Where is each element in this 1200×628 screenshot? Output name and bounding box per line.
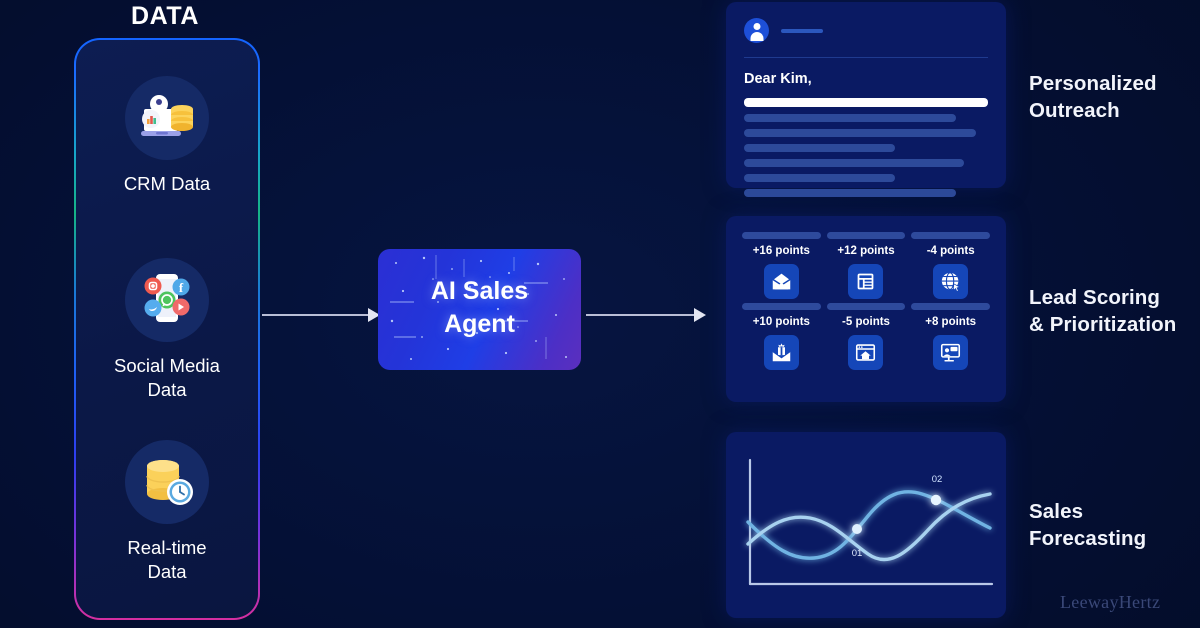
document-form-icon <box>848 264 884 299</box>
tile-points-label: +16 points <box>752 245 810 257</box>
data-source-social-media[interactable]: f Social Media Data <box>76 258 258 402</box>
output-label-line1: Personalized <box>1029 72 1157 95</box>
arrow-shaft <box>262 314 369 316</box>
tile-points-label: -4 points <box>926 245 975 257</box>
output-label-line1: Sales <box>1029 500 1084 523</box>
data-source-label: Real-time Data <box>76 536 258 584</box>
tile-points-label: +12 points <box>837 245 895 257</box>
tile-placeholder-bar <box>911 232 990 239</box>
ai-sales-agent-node[interactable]: AI Sales Agent <box>378 249 581 370</box>
chart-axes <box>748 458 994 586</box>
arrow-data-to-agent <box>262 305 380 325</box>
tile-placeholder-bar <box>826 232 906 239</box>
data-source-label: Social Media Data <box>76 354 258 402</box>
email-body-line <box>744 98 988 107</box>
chart-point-label: 01 <box>852 548 863 559</box>
forecast-line-chart: 01 02 <box>746 458 994 586</box>
personalized-outreach-card[interactable]: Dear Kim, <box>726 2 1006 197</box>
diagram-canvas: DATA CRM Data f Social Media Data Real-t… <box>0 0 1200 628</box>
email-body-line <box>744 159 964 167</box>
chart-point-marker <box>930 494 942 506</box>
tile-points-label: +8 points <box>925 316 977 328</box>
tile-placeholder-bar <box>742 232 821 239</box>
agent-label-line1: AI Sales <box>430 277 529 305</box>
ai-sales-agent-label: AI Sales Agent <box>378 249 581 341</box>
arrow-head <box>694 308 706 322</box>
lead-score-tile[interactable]: +8 points <box>911 303 990 370</box>
data-source-label-line1: Social Media <box>114 355 220 376</box>
user-avatar-icon <box>744 18 769 43</box>
email-divider <box>744 57 988 58</box>
open-envelope-icon <box>763 264 799 299</box>
data-section-title: DATA <box>130 2 200 30</box>
chart-annotations: 01 02 <box>852 474 943 559</box>
envelope-gift-icon <box>763 335 799 370</box>
brand-watermark: LeewayHertz <box>1060 592 1161 612</box>
data-source-label-line2: Data <box>147 561 187 582</box>
chart-point-label: 02 <box>932 474 943 485</box>
data-source-crm[interactable]: CRM Data <box>76 76 258 196</box>
lead-scoring-card[interactable]: +16 points +12 points -4 points +10 poin… <box>726 216 1006 402</box>
series-a-line <box>746 490 992 560</box>
output-label-line2: Outreach <box>1029 99 1120 122</box>
output-label-line2: & Prioritization <box>1029 313 1177 336</box>
email-greeting: Dear Kim, <box>744 71 812 87</box>
tile-points-label: -5 points <box>842 316 890 328</box>
tile-placeholder-bar <box>742 303 821 310</box>
email-body-line <box>744 174 896 182</box>
globe-cursor-icon <box>933 264 969 299</box>
data-sources-panel-inner: CRM Data f Social Media Data Real-time D… <box>76 40 258 618</box>
social-media-phone-icon: f <box>125 258 209 342</box>
agent-label-line2: Agent <box>444 310 515 338</box>
email-body-line <box>744 114 957 122</box>
data-source-realtime[interactable]: Real-time Data <box>76 440 258 584</box>
tile-points-label: +10 points <box>752 316 810 328</box>
email-body-line <box>744 189 957 197</box>
data-source-label: CRM Data <box>123 173 211 194</box>
lead-score-tile[interactable]: -4 points <box>911 232 990 299</box>
data-source-label-line1: Real-time <box>127 537 207 558</box>
email-body-line <box>744 129 976 137</box>
browser-home-icon <box>848 335 884 370</box>
svg-text:f: f <box>179 280 184 295</box>
sales-forecasting-card[interactable]: 01 02 <box>726 432 1006 618</box>
output-label-line1: Lead Scoring <box>1029 286 1161 309</box>
crm-database-laptop-icon <box>125 76 209 160</box>
data-source-label-line2: Data <box>147 379 187 400</box>
chart-series <box>746 490 992 562</box>
chart-point-marker <box>852 524 862 534</box>
data-sources-panel: CRM Data f Social Media Data Real-time D… <box>74 38 260 620</box>
arrow-shaft <box>586 314 695 316</box>
arrow-agent-to-outputs <box>586 305 706 325</box>
lead-score-tile[interactable]: +10 points <box>742 303 821 370</box>
lead-scoring-label: Lead Scoring & Prioritization <box>1029 284 1176 338</box>
personalized-outreach-label: Personalized Outreach <box>1029 70 1157 124</box>
realtime-database-clock-icon <box>125 440 209 524</box>
monitor-presentation-icon <box>933 335 969 370</box>
output-label-line2: Forecasting <box>1029 527 1147 550</box>
sales-forecasting-label: Sales Forecasting <box>1029 498 1146 552</box>
lead-score-tile[interactable]: -5 points <box>826 303 906 370</box>
email-sender-placeholder-bar <box>781 28 823 33</box>
lead-score-tile[interactable]: +12 points <box>826 232 906 299</box>
lead-score-grid: +16 points +12 points -4 points +10 poin… <box>742 232 990 370</box>
tile-placeholder-bar <box>826 303 906 310</box>
lead-score-tile[interactable]: +16 points <box>742 232 821 299</box>
tile-placeholder-bar <box>911 303 990 310</box>
email-body-line <box>744 144 896 152</box>
email-header <box>744 18 988 43</box>
